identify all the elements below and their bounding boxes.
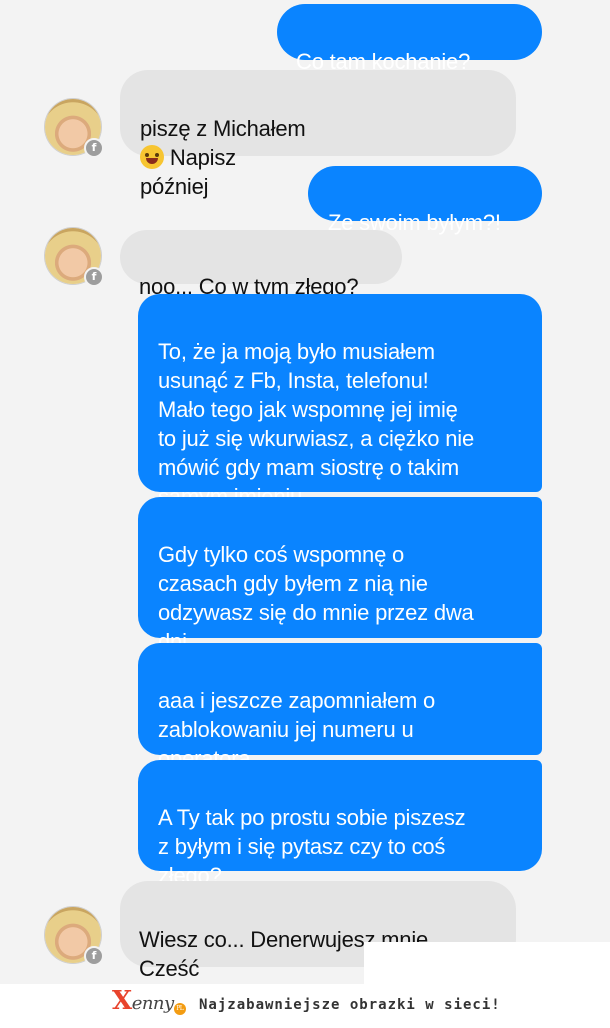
message-bubble-outgoing: To, że ja moją było musiałem usunąć z Fb… <box>138 294 542 509</box>
message-bubble-outgoing: Co tam kochanie? <box>277 4 542 102</box>
messenger-badge-icon: f <box>84 138 104 158</box>
message-bubble-outgoing: A Ty tak po prostu sobie piszesz z byłym… <box>138 760 542 888</box>
message-bubble-outgoing: aaa i jeszcze zapomniałem o zablokowaniu… <box>138 643 542 771</box>
message-bubble-incoming: piszę z Michałem Napisz później <box>120 70 516 199</box>
message-bubble-outgoing: Ze swoim byłym?! <box>308 166 542 235</box>
message-text: aaa i jeszcze zapomniałem o zablokowaniu… <box>158 688 436 771</box>
footer-overlay <box>364 942 610 984</box>
crazy-face-emoji-icon <box>140 145 164 169</box>
messenger-badge-icon: f <box>84 946 104 966</box>
message-bubble-incoming: noo... Co w tym złego? <box>120 230 402 299</box>
message-text: piszę z Michałem <box>140 116 306 141</box>
site-logo: Xenny PL <box>112 986 186 1016</box>
footer-tagline: Najzabawniejsze obrazki w sieci! <box>199 997 501 1013</box>
message-text: To, że ja moją było musiałem usunąć z Fb… <box>158 339 474 509</box>
message-text: A Ty tak po prostu sobie piszesz z byłym… <box>158 805 466 888</box>
message-bubble-outgoing: Gdy tylko coś wspomnę o czasach gdy byłe… <box>138 497 542 654</box>
messenger-badge-icon: f <box>84 267 104 287</box>
message-text: Gdy tylko coś wspomnę o czasach gdy byłe… <box>158 542 474 654</box>
